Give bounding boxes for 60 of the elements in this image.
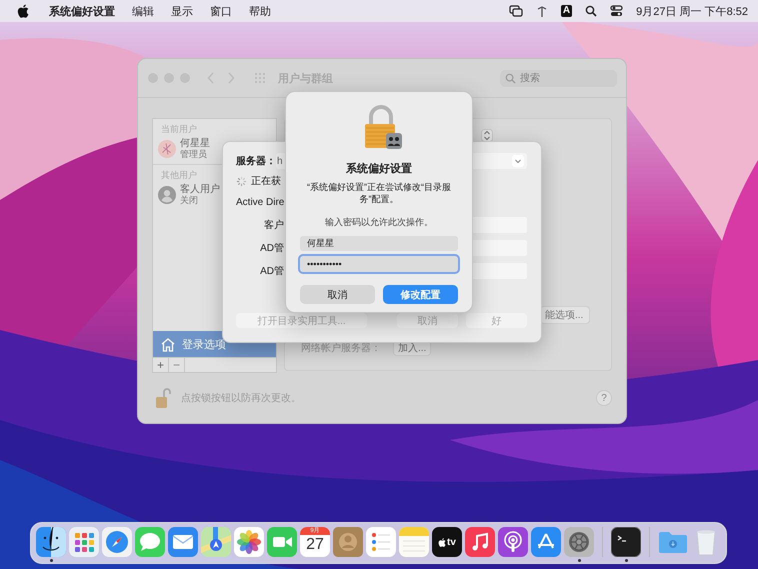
dialog-title: 系统偏好设置 [346,162,412,176]
password-field[interactable]: ••••••••••• [300,256,458,272]
stepper-icon[interactable] [481,129,493,142]
user-role: 管理员 [180,149,208,160]
network-server-label: 网络帐户服务器： [301,342,381,355]
compass-icon[interactable] [102,527,132,557]
menu-item[interactable]: 编辑 [132,4,154,18]
contact-book-icon[interactable] [333,527,363,557]
tv-label: tv [447,536,456,548]
podcast-icon[interactable] [498,527,528,557]
app-store-icon[interactable] [531,527,561,557]
face-icon[interactable] [36,527,66,557]
input-source-icon[interactable]: A [560,5,572,17]
app-grid-icon[interactable] [69,527,99,557]
user-name: 客人用户 [180,184,220,195]
apple-logo-icon[interactable] [17,4,29,18]
search-field[interactable]: 搜索 [500,70,617,86]
avatar-icon [158,186,176,204]
server-label: 服务器： [236,154,276,168]
dialog-message: “系统偏好设置”正在尝试修改“目录服务”配置。 [306,181,452,205]
search-icon[interactable] [585,5,598,17]
section-label: Active Dire [236,196,284,208]
user-name: 何星星 [180,138,210,149]
section-header: 其他用户 [161,170,197,180]
menu-item[interactable]: 帮助 [249,4,271,18]
apple-logo-icon [438,538,446,546]
user-role: 关闭 [180,195,199,206]
status-text: 正在获 [251,174,281,188]
cancel-button[interactable]: 取消 [300,285,375,304]
menu-clock[interactable]: 9月27日 周一 下午8:52 [636,4,748,18]
menu-item[interactable]: 窗口 [210,4,232,18]
screen-mirroring-icon[interactable] [508,5,523,17]
field-label: AD管 [259,242,284,254]
app-menu[interactable]: 系统偏好设置 [49,4,115,18]
section-header: 当前用户 [161,124,197,134]
envelope-icon[interactable] [168,527,198,557]
field-label: AD管 [259,264,284,278]
terminal-icon[interactable] [611,527,641,557]
spinner-icon [236,176,247,186]
antenna-icon[interactable] [536,5,548,17]
dialog-prompt: 输入密码以允许此次操作。 [325,216,433,229]
house-icon [160,336,176,352]
field-label: 客户 [263,218,284,232]
search-icon [505,72,516,84]
add-button[interactable]: + [153,358,169,372]
speech-bubble-icon[interactable] [135,527,165,557]
checklist-icon[interactable] [366,527,396,557]
flower-icon[interactable] [234,527,264,557]
username-field[interactable]: 何星星 [300,236,458,251]
menu-item[interactable]: 显示 [171,4,193,18]
calendar-day: 27 [306,535,324,555]
avatar-icon [158,140,176,158]
map-icon[interactable] [201,527,231,557]
music-note-icon[interactable] [465,527,495,557]
gear-icon[interactable] [564,527,594,557]
control-center-icon[interactable] [610,5,624,17]
options-button[interactable]: 能选项... [540,306,590,324]
tv-app-icon[interactable]: tv [432,527,462,557]
lock-note: 点按锁按钮以防再次更改。 [181,392,301,405]
video-camera-icon[interactable] [267,527,297,557]
